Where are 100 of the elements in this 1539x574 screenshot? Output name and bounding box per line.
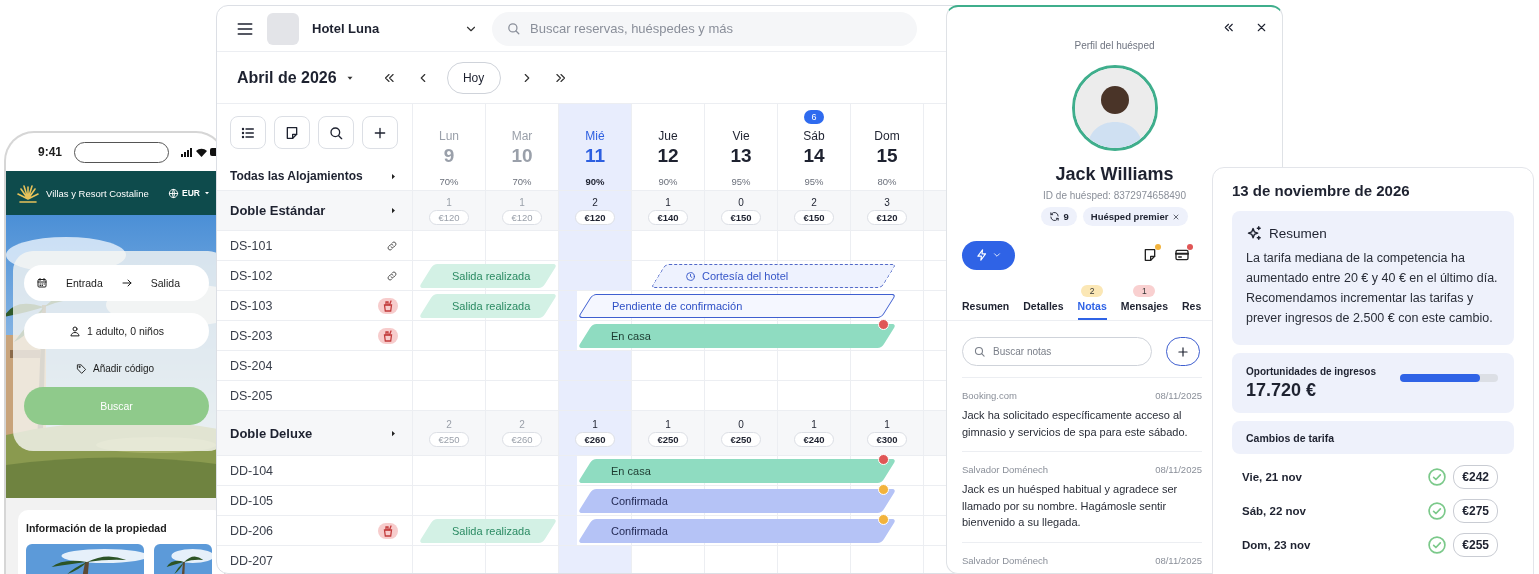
search-icon (506, 21, 521, 36)
price-tag: €120 (575, 209, 615, 225)
panel-title: Perfil del huésped (1074, 40, 1155, 51)
booking-bar[interactable]: Confirmada (577, 519, 897, 543)
person-icon (68, 325, 81, 337)
booking-bar[interactable]: En casa (577, 324, 897, 348)
caret-icon (389, 428, 398, 438)
note-text: Jack ha solicitado específicamente acceso al gimnasio y servicios de spa para este sábado. (962, 408, 1189, 440)
room-type-label[interactable]: Doble Deluxe (230, 425, 313, 441)
day-header: Mié 11 90% (559, 104, 632, 190)
property-name: Hotel Luna (312, 21, 381, 36)
count-badge: 1 (1133, 285, 1156, 297)
availability-count: 2 (592, 196, 598, 208)
room-label: DD-206 (230, 523, 274, 538)
room-label: DD-104 (230, 463, 274, 478)
availability-count: 2 (519, 419, 525, 430)
revenue-value: 17.720 € (1246, 379, 1318, 401)
search-icon (328, 124, 344, 141)
price-tag: €242 (1453, 465, 1498, 489)
tab[interactable]: 2 Notas (1077, 285, 1107, 320)
availability-count: 2 (811, 196, 817, 208)
clock-icon (685, 270, 697, 282)
note-button[interactable] (1142, 247, 1158, 263)
calendar-cell[interactable] (559, 486, 578, 515)
add-button[interactable] (362, 116, 398, 149)
price-tag: €275 (1453, 499, 1498, 523)
rate-changes-header: Cambios de tarifa (1232, 421, 1514, 454)
day-header: 6 Sáb 14 95% (778, 104, 851, 190)
availability-count: 3 (884, 196, 890, 208)
list-view-button[interactable] (230, 116, 266, 149)
calendar-cell[interactable] (559, 546, 632, 573)
booking-bar[interactable]: Salida realizada (418, 519, 558, 543)
tab[interactable]: 1 Mensajes (1120, 285, 1168, 320)
room-label: DD-105 (230, 493, 274, 508)
month-title: Abril de 2026 (237, 68, 337, 87)
availability-count: 1 (519, 196, 525, 208)
tab[interactable]: Resumen (962, 285, 1010, 320)
note-author: Salvador Doménech (962, 464, 1049, 475)
room-label: DD-207 (230, 553, 274, 568)
availability-count: 1 (592, 419, 598, 430)
booking-bar[interactable]: Confirmada (577, 489, 897, 513)
guest-name: Jack Williams (1055, 164, 1174, 185)
lightning-icon (975, 248, 989, 262)
note-date: 08/11/2025 (1155, 390, 1202, 401)
count-badge: 2 (1081, 285, 1104, 297)
note-text: Jack es un huésped habitual y agradece ser llamado por su nombre. Hagámosle sentir bienvenido a su llegada. (962, 482, 1179, 530)
currency-selector[interactable]: EUR (168, 187, 211, 199)
availability-count: 2 (446, 419, 452, 430)
booking-bar[interactable]: En casa (577, 459, 897, 483)
price-tag: €150 (794, 209, 834, 225)
caret-icon (389, 206, 398, 215)
calendar-icon (36, 277, 48, 289)
tab[interactable]: Res (1182, 285, 1202, 320)
revenue-label: Oportunidades de ingresos (1246, 365, 1377, 377)
calendar-cell[interactable] (559, 516, 578, 545)
plus-icon (1176, 344, 1190, 359)
guest-tag[interactable]: Huésped premier (1082, 207, 1189, 226)
booking-bar[interactable]: Salida realizada (418, 294, 558, 318)
tag-icon (76, 362, 87, 374)
availability-count: 1 (665, 196, 671, 208)
price-tag: €260 (575, 432, 615, 447)
note-author: Salvador Doménech (962, 554, 1049, 566)
availability-count: 1 (811, 419, 817, 430)
room-label: DS-101 (230, 238, 273, 253)
room-label: DS-204 (230, 358, 273, 373)
today-button[interactable]: Hoy (446, 61, 501, 94)
date-field[interactable]: Entrada Salida (24, 265, 209, 301)
price-tag: €120 (429, 209, 469, 225)
note-date: 08/11/2025 (1155, 464, 1202, 475)
price-tag: €250 (648, 432, 688, 447)
calendar-cell[interactable] (559, 456, 578, 485)
caret-icon (389, 171, 398, 181)
calendar-cell[interactable] (559, 321, 578, 350)
calendar-cell[interactable] (559, 291, 578, 320)
guests-field[interactable]: 1 adulto, 0 niños (24, 313, 209, 349)
refresh-icon (1048, 211, 1060, 222)
palm-logo-icon (16, 183, 40, 203)
status-dot (877, 484, 889, 495)
availability-count: 0 (738, 196, 744, 208)
room-type-label[interactable]: Doble Estándar (230, 203, 326, 218)
tab[interactable]: Detalles (1023, 285, 1064, 320)
notes-button[interactable] (274, 116, 310, 149)
note-date: 08/11/2025 (1155, 554, 1202, 566)
signal-icon (181, 147, 193, 157)
search-button[interactable] (318, 116, 354, 149)
actions-button[interactable] (962, 240, 1015, 270)
note-icon (1142, 247, 1158, 263)
wifi-icon (196, 147, 207, 157)
availability-count: 0 (738, 419, 744, 430)
caret-icon (202, 189, 211, 197)
section-title: Información de la propiedad (26, 522, 167, 534)
notification-dot (1155, 244, 1161, 250)
promo-code-link[interactable]: Añadir código (76, 361, 155, 375)
rate-date: Vie, 21 nov (1242, 471, 1303, 483)
stays-chip: 9 (1040, 207, 1077, 226)
card-button[interactable] (1174, 247, 1190, 263)
notification-dot (1187, 244, 1193, 250)
booking-bar[interactable]: Salida realizada (418, 264, 558, 288)
rate-date: Sáb, 22 nov (1242, 505, 1307, 517)
room-label: DS-102 (230, 268, 273, 283)
